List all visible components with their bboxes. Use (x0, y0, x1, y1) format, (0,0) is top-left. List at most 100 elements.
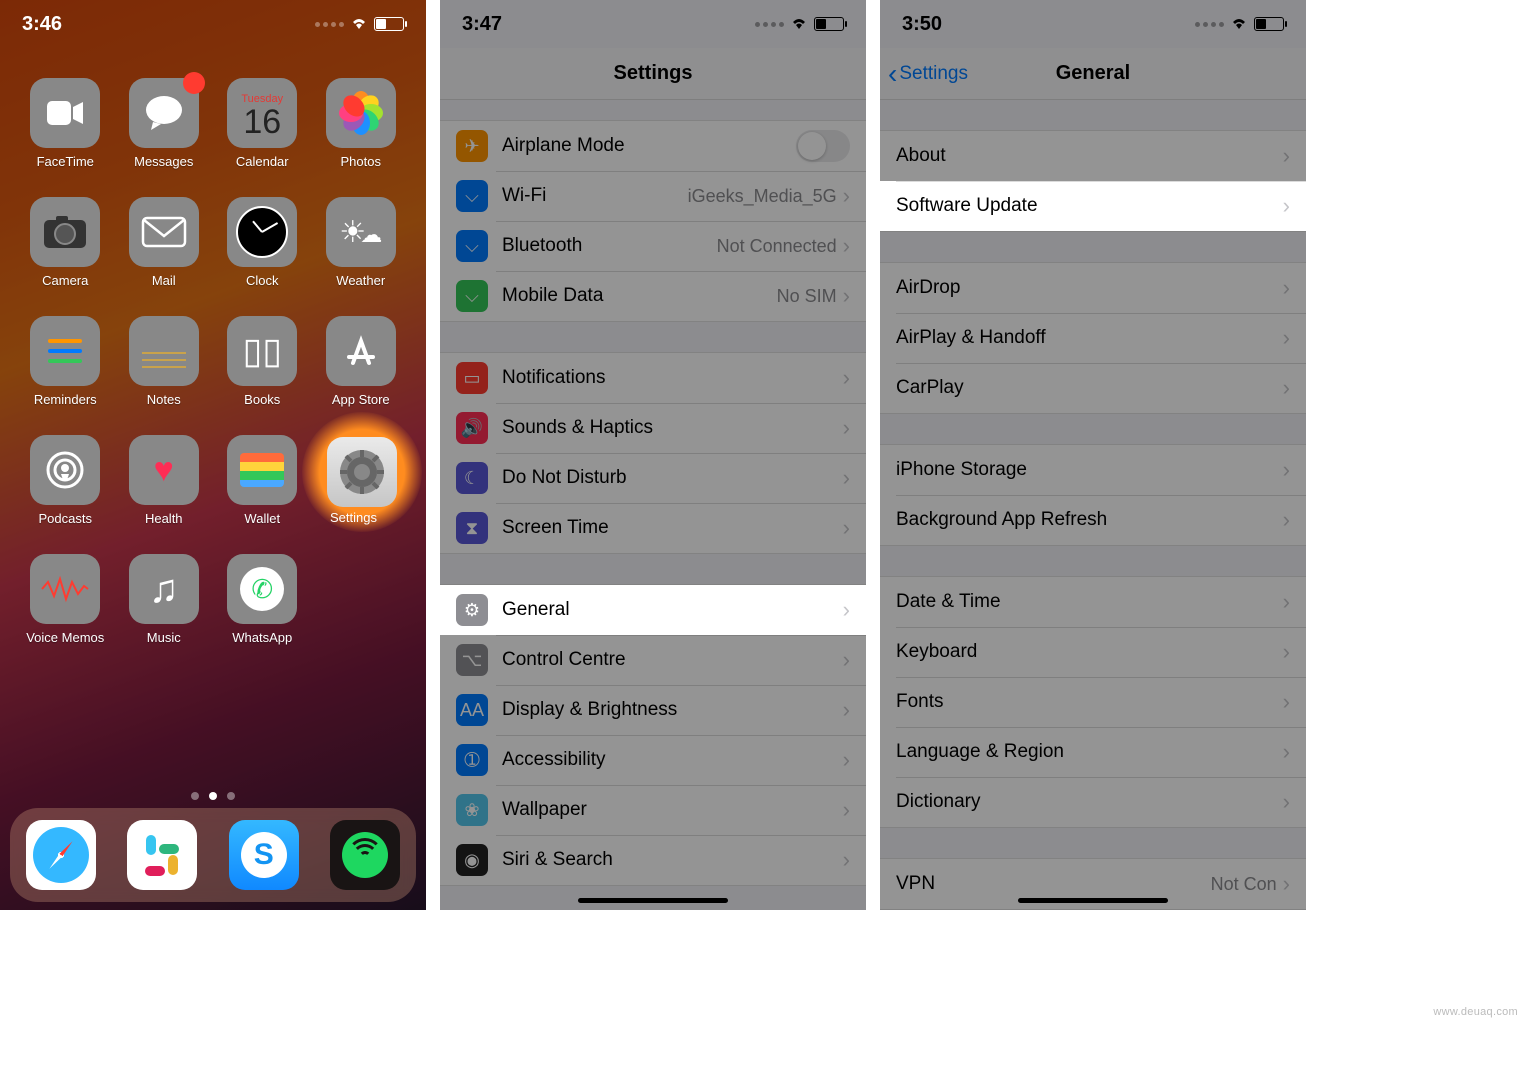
panel-home-screen: 3:46 FaceTimeMessagesTuesday16CalendarPh… (0, 0, 426, 910)
row-control-centre[interactable]: ⌥Control Centre› (440, 635, 866, 685)
dock-app-spotify[interactable] (330, 820, 400, 890)
cell-signal-icon (755, 22, 784, 27)
app-health[interactable]: ♥Health (115, 435, 214, 526)
app-label: Reminders (34, 392, 97, 407)
calendar-day: 16 (243, 105, 281, 139)
toggle[interactable] (796, 130, 850, 162)
chevron-right-icon: › (1283, 789, 1290, 815)
row-label: Mobile Data (502, 285, 777, 307)
app-voice-memos[interactable]: Voice Memos (16, 554, 115, 645)
row-label: General (502, 599, 843, 621)
dock-app-shazam[interactable]: S (229, 820, 299, 890)
row-carplay[interactable]: CarPlay› (880, 363, 1306, 413)
row-bluetooth[interactable]: ⌵BluetoothNot Connected› (440, 221, 866, 271)
app-music[interactable]: ♫Music (115, 554, 214, 645)
chevron-right-icon: › (843, 183, 850, 209)
ic-sound-icon: 🔊 (456, 412, 488, 444)
whatsapp-icon: ✆ (240, 567, 284, 611)
clock-icon (236, 206, 288, 258)
row-dictionary[interactable]: Dictionary› (880, 777, 1306, 827)
row-notifications[interactable]: ▭Notifications› (440, 353, 866, 403)
row-language-region[interactable]: Language & Region› (880, 727, 1306, 777)
row-label: Software Update (896, 195, 1283, 217)
back-button[interactable]: ‹ Settings (888, 60, 968, 88)
app-camera[interactable]: Camera (16, 197, 115, 288)
row-siri-search[interactable]: ◉Siri & Search› (440, 835, 866, 885)
row-label: VPN (896, 873, 1211, 895)
row-wallpaper[interactable]: ❀Wallpaper› (440, 785, 866, 835)
chevron-right-icon: › (1283, 871, 1290, 897)
chevron-right-icon: › (1283, 275, 1290, 301)
panel-general: 3:50 ‹ Settings General About›Software U… (880, 0, 1306, 910)
dock-app-slack[interactable] (127, 820, 197, 890)
chevron-right-icon: › (843, 465, 850, 491)
app-reminders[interactable]: Reminders (16, 316, 115, 407)
app-mail[interactable]: Mail (115, 197, 214, 288)
row-general[interactable]: ⚙General› (440, 585, 866, 635)
app-icon (30, 197, 100, 267)
chevron-right-icon: › (843, 797, 850, 823)
row-label: Sounds & Haptics (502, 417, 843, 439)
app-books[interactable]: ▯▯Books (213, 316, 312, 407)
app-app-store[interactable]: App Store (312, 316, 411, 407)
row-sounds-haptics[interactable]: 🔊Sounds & Haptics› (440, 403, 866, 453)
chevron-right-icon: › (1283, 457, 1290, 483)
chevron-right-icon: › (843, 233, 850, 259)
row-airdrop[interactable]: AirDrop› (880, 263, 1306, 313)
row-fonts[interactable]: Fonts› (880, 677, 1306, 727)
ic-gen-icon: ⚙ (456, 594, 488, 626)
row-label: Accessibility (502, 749, 843, 771)
app-photos[interactable]: Photos (312, 78, 411, 169)
row-iphone-storage[interactable]: iPhone Storage› (880, 445, 1306, 495)
row-background-app-refresh[interactable]: Background App Refresh› (880, 495, 1306, 545)
wifi-icon (1230, 13, 1248, 36)
app-facetime[interactable]: FaceTime (16, 78, 115, 169)
app-podcasts[interactable]: Podcasts (16, 435, 115, 526)
row-airplane-mode[interactable]: ✈Airplane Mode (440, 121, 866, 171)
app-messages[interactable]: Messages (115, 78, 214, 169)
app-label: Clock (246, 273, 279, 288)
chevron-right-icon: › (1283, 325, 1290, 351)
page-indicator[interactable] (0, 792, 426, 800)
cell-signal-icon (1195, 22, 1224, 27)
row-about[interactable]: About› (880, 131, 1306, 181)
slack-icon (142, 835, 182, 875)
app-icon (30, 554, 100, 624)
app-label: Camera (42, 273, 88, 288)
wifi-icon (790, 13, 808, 36)
row-airplay-handoff[interactable]: AirPlay & Handoff› (880, 313, 1306, 363)
row-wi-fi[interactable]: ⌵Wi-FiiGeeks_Media_5G› (440, 171, 866, 221)
notes-icon (142, 347, 186, 377)
row-do-not-disturb[interactable]: ☾Do Not Disturb› (440, 453, 866, 503)
row-screen-time[interactable]: ⧗Screen Time› (440, 503, 866, 553)
ic-acc-icon: ➀ (456, 744, 488, 776)
status-right (315, 13, 404, 36)
row-accessibility[interactable]: ➀Accessibility› (440, 735, 866, 785)
dock-app-safari[interactable] (26, 820, 96, 890)
row-label: Display & Brightness (502, 699, 843, 721)
weather-icon: ☀︎☁︎ (339, 215, 382, 250)
row-date-time[interactable]: Date & Time› (880, 577, 1306, 627)
ic-bt-icon: ⌵ (456, 230, 488, 262)
row-software-update[interactable]: Software Update› (880, 181, 1306, 231)
app-clock[interactable]: Clock (213, 197, 312, 288)
row-display-brightness[interactable]: AADisplay & Brightness› (440, 685, 866, 735)
app-weather[interactable]: ☀︎☁︎Weather (312, 197, 411, 288)
app-settings[interactable] (327, 437, 397, 507)
app-calendar[interactable]: Tuesday16Calendar (213, 78, 312, 169)
app-notes[interactable]: Notes (115, 316, 214, 407)
row-mobile-data[interactable]: ⌵Mobile DataNo SIM› (440, 271, 866, 321)
nav-bar: Settings (440, 48, 866, 100)
chevron-right-icon: › (1283, 689, 1290, 715)
app-icon (129, 197, 199, 267)
row-keyboard[interactable]: Keyboard› (880, 627, 1306, 677)
row-label: Wi-Fi (502, 185, 688, 207)
ic-plane-icon: ✈ (456, 130, 488, 162)
home-indicator[interactable] (578, 898, 728, 903)
app-wallet[interactable]: Wallet (213, 435, 312, 526)
row-label: iPhone Storage (896, 459, 1283, 481)
home-indicator[interactable] (1018, 898, 1168, 903)
ic-screen-icon: ⧗ (456, 512, 488, 544)
app-whatsapp[interactable]: ✆WhatsApp (213, 554, 312, 645)
chevron-right-icon: › (1283, 375, 1290, 401)
